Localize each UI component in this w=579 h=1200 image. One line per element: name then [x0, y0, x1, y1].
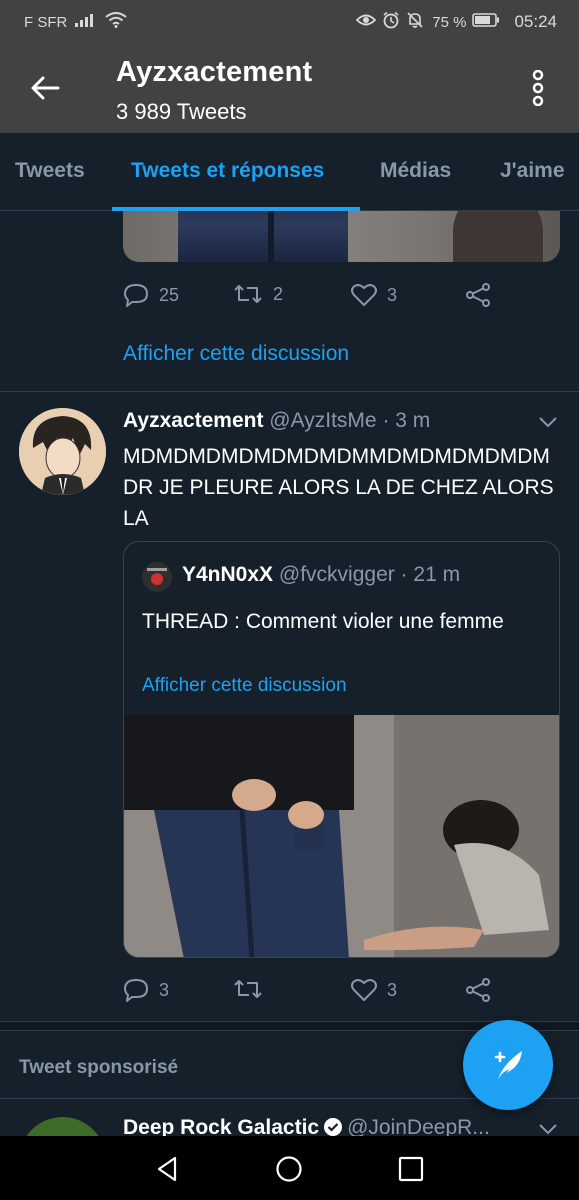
like-count: 3: [387, 979, 398, 1000]
share-button[interactable]: [465, 283, 491, 307]
sponsored-author-handle[interactable]: @JoinDeepR...: [347, 1116, 490, 1136]
circle-home-icon: [276, 1156, 302, 1182]
sponsored-header: Deep Rock Galactic @JoinDeepR...: [123, 1116, 490, 1136]
profile-tabs: Tweets Tweets et réponses Médias J'aime: [0, 133, 579, 211]
tweet-time: · 3 m: [382, 409, 431, 432]
quoted-time: · 21 m: [400, 563, 461, 586]
sponsored-label: Tweet sponsorisé: [19, 1057, 179, 1078]
wifi-icon: [105, 12, 127, 32]
square-recents-icon: [398, 1156, 424, 1182]
triangle-back-icon: [157, 1156, 177, 1182]
like-count: 3: [387, 284, 398, 305]
tweet-count: 3 989 Tweets: [116, 99, 247, 124]
retweet-button[interactable]: [233, 978, 273, 1000]
battery-percent: 75 %: [432, 13, 467, 31]
show-thread-link[interactable]: Afficher cette discussion: [123, 342, 349, 366]
author-handle[interactable]: @AyzItsMe: [269, 409, 376, 432]
tab-likes[interactable]: J'aime: [500, 159, 565, 183]
status-bar: F SFR 75 % 05:24: [0, 0, 579, 44]
more-vertical-icon: [532, 70, 544, 106]
tab-media[interactable]: Médias: [380, 159, 451, 183]
sponsored-options-button[interactable]: [538, 1122, 558, 1136]
like-button[interactable]: 3: [351, 283, 397, 307]
quoted-author-name: Y4nN0xX: [182, 563, 274, 586]
app-header: Ayzxactement 3 989 Tweets: [0, 44, 579, 133]
status-right: 75 % 05:24: [355, 11, 557, 33]
quoted-tweet[interactable]: Y4nN0xX @fvckvigger · 21 m THREAD : Comm…: [123, 541, 560, 958]
profile-title: Ayzxactement: [116, 56, 313, 88]
quoted-author-handle: @fvckvigger: [278, 563, 395, 586]
retweet-icon: [234, 980, 262, 998]
retweet-count: 2: [273, 283, 284, 304]
retweet-icon: [234, 285, 262, 303]
reply-button[interactable]: 25: [123, 283, 179, 307]
arrow-left-icon: [31, 76, 60, 100]
battery-icon: [472, 13, 500, 31]
sponsored-author-name[interactable]: Deep Rock Galactic: [123, 1116, 319, 1136]
alarm-icon: [382, 11, 400, 33]
compose-tweet-button[interactable]: [463, 1020, 553, 1110]
heart-icon: [351, 979, 377, 1001]
divider: [0, 391, 579, 392]
avatar[interactable]: [19, 408, 106, 495]
tweet-text: MDMDMDMDMDMDMDMMDMDMDMDMDMDR JE PLEURE A…: [123, 445, 554, 530]
sponsored-avatar[interactable]: [19, 1117, 106, 1136]
compose-tweet-icon: [494, 1051, 522, 1079]
signal-icon: [75, 13, 97, 31]
carrier-label: F SFR: [24, 13, 68, 31]
previous-tweet-media[interactable]: [123, 211, 560, 262]
reply-button[interactable]: 3: [123, 978, 169, 1002]
like-button[interactable]: 3: [351, 978, 397, 1002]
share-icon: [466, 978, 490, 1002]
mute-bell-icon: [406, 11, 424, 33]
quoted-avatar: [142, 562, 172, 592]
overflow-menu-button[interactable]: [518, 66, 558, 110]
nav-home-button[interactable]: [272, 1152, 306, 1186]
chevron-down-icon: [539, 1124, 557, 1135]
quoted-header: Y4nN0xX @fvckvigger · 21 m: [182, 563, 460, 587]
share-button[interactable]: [465, 978, 491, 1002]
tweet-header: Ayzxactement @AyzItsMe · 3 m: [123, 409, 563, 433]
share-icon: [466, 283, 490, 307]
verified-badge-icon: [323, 1117, 343, 1136]
status-left: F SFR: [24, 12, 127, 32]
retweet-button[interactable]: 2: [233, 283, 283, 305]
nav-back-button[interactable]: [150, 1152, 184, 1186]
heart-icon: [351, 284, 377, 306]
tab-tweets[interactable]: Tweets: [15, 159, 85, 183]
chevron-down-icon: [539, 417, 557, 428]
author-name[interactable]: Ayzxactement: [123, 409, 263, 432]
eye-icon: [355, 13, 377, 31]
clock: 05:24: [514, 12, 557, 31]
quoted-text: THREAD : Comment violer une femme: [142, 610, 504, 633]
reply-count: 25: [159, 284, 180, 305]
tweet-feed[interactable]: 25 2 3 Afficher cette discussion Ayzxact…: [0, 211, 579, 1136]
quoted-show-thread-link[interactable]: Afficher cette discussion: [142, 675, 347, 697]
reply-count: 3: [159, 979, 170, 1000]
back-button[interactable]: [20, 66, 70, 110]
system-nav-bar: [0, 1136, 579, 1200]
quoted-media[interactable]: [124, 715, 559, 957]
tab-tweets-and-replies[interactable]: Tweets et réponses: [131, 159, 324, 183]
tweet-options-button[interactable]: [538, 415, 558, 433]
nav-recents-button[interactable]: [394, 1152, 428, 1186]
reply-icon: [124, 284, 148, 307]
reply-icon: [124, 979, 148, 1002]
